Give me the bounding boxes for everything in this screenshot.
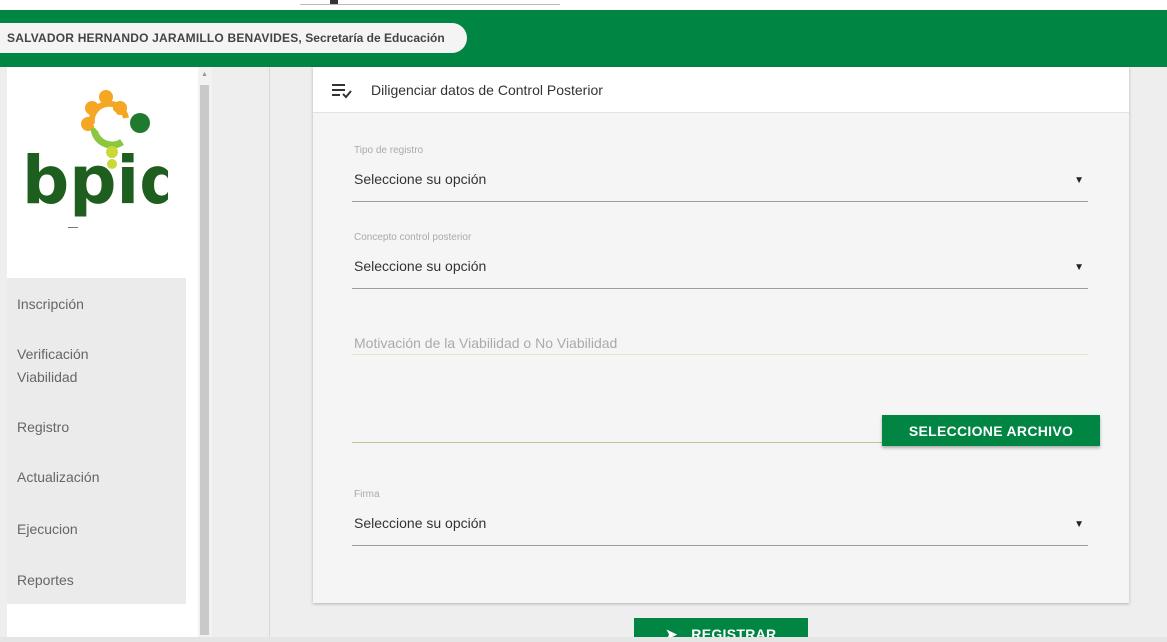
sidebar-scrollbar[interactable]: ▲ bbox=[198, 67, 212, 637]
tipo-registro-label: Tipo de registro bbox=[354, 145, 424, 156]
card-title: Diligenciar datos de Control Posterior bbox=[371, 81, 603, 98]
sidebar-item-reportes[interactable]: Reportes bbox=[17, 569, 74, 591]
browser-top-strip bbox=[0, 0, 1167, 10]
file-path-field[interactable] bbox=[352, 442, 882, 443]
sidebar-item-viabilidad[interactable]: Viabilidad bbox=[17, 366, 77, 388]
chevron-down-icon[interactable]: ▼ bbox=[1074, 519, 1084, 530]
firma-select[interactable]: Firma Seleccione su opción ▼ bbox=[352, 489, 1088, 547]
select-file-button[interactable]: SELECCIONE ARCHIVO bbox=[882, 415, 1100, 446]
bottom-strip bbox=[0, 637, 1167, 642]
sidebar-item-registro[interactable]: Registro bbox=[17, 416, 69, 438]
firma-label: Firma bbox=[354, 489, 380, 500]
motivacion-underline bbox=[352, 354, 1088, 355]
logo-text: bpid bbox=[22, 142, 168, 219]
tipo-registro-select[interactable]: Tipo de registro Seleccione su opción ▼ bbox=[352, 145, 1088, 203]
motivacion-input[interactable]: Motivación de la Viabilidad o No Viabili… bbox=[354, 335, 617, 351]
firma-underline bbox=[352, 545, 1088, 546]
chevron-down-icon[interactable]: ▼ bbox=[1074, 175, 1084, 186]
card-header: Diligenciar datos de Control Posterior bbox=[313, 67, 1129, 113]
tipo-registro-value[interactable]: Seleccione su opción bbox=[354, 171, 486, 187]
sidebar-item-ejecucion[interactable]: Ejecucion bbox=[17, 518, 78, 540]
user-role: Secretaría de Educación bbox=[305, 31, 445, 45]
top-bar: SALVADOR HERNANDO JARAMILLO BENAVIDES, S… bbox=[0, 10, 1167, 67]
concepto-select[interactable]: Concepto control posterior Seleccione su… bbox=[352, 232, 1088, 290]
sidebar-item-verificacion[interactable]: Verificación bbox=[17, 343, 89, 365]
user-pill: SALVADOR HERNANDO JARAMILLO BENAVIDES, S… bbox=[0, 23, 467, 53]
sidebar-item-inscripcion[interactable]: Inscripción bbox=[17, 293, 84, 315]
sidebar-item-actualizacion[interactable]: Actualización bbox=[17, 466, 100, 488]
scroll-up-icon[interactable]: ▲ bbox=[201, 71, 208, 78]
bpid-logo: bpid bbox=[22, 86, 186, 236]
firma-value[interactable]: Seleccione su opción bbox=[354, 515, 486, 531]
concepto-underline bbox=[352, 288, 1088, 289]
sidebar-menu bbox=[7, 278, 186, 604]
content-divider bbox=[269, 67, 270, 637]
concepto-value[interactable]: Seleccione su opción bbox=[354, 258, 486, 274]
concepto-label: Concepto control posterior bbox=[354, 232, 472, 243]
top-line bbox=[300, 4, 560, 5]
scroll-thumb[interactable] bbox=[200, 85, 209, 635]
tipo-registro-underline bbox=[352, 201, 1088, 202]
list-check-icon bbox=[332, 83, 352, 98]
user-name: SALVADOR HERNANDO JARAMILLO BENAVIDES, bbox=[7, 31, 302, 45]
chevron-down-icon[interactable]: ▼ bbox=[1074, 262, 1084, 273]
control-posterior-card: Diligenciar datos de Control Posterior T… bbox=[313, 67, 1129, 603]
